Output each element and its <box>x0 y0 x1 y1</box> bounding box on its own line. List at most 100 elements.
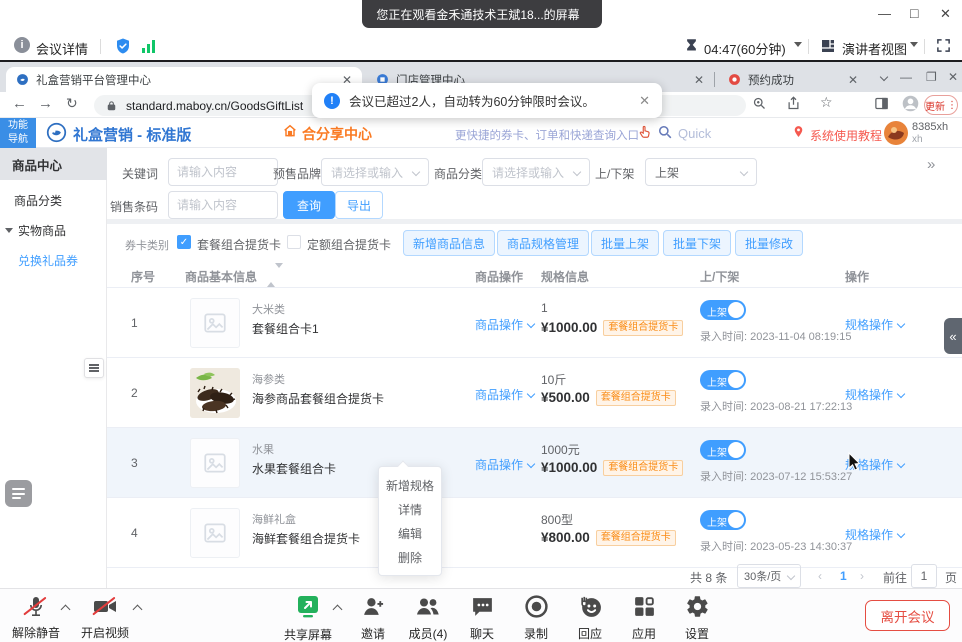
info-icon[interactable]: i <box>14 37 30 53</box>
browser-maximize-button[interactable]: ❐ <box>926 70 937 84</box>
nav-toggle-line2: 导航 <box>0 133 36 147</box>
goods-action-link[interactable]: 商品操作 <box>475 456 534 473</box>
leave-meeting-button[interactable]: 离开会议 <box>865 600 950 631</box>
spec-action-link[interactable]: 规格操作 <box>845 526 904 543</box>
footer-video-button[interactable]: 开启视频 <box>70 594 140 641</box>
sidebar-section-goods-center[interactable]: 商品中心 <box>0 148 107 180</box>
quick-label[interactable]: Quick <box>678 126 711 141</box>
keyword-input[interactable] <box>168 158 278 186</box>
share-center-label[interactable]: 合分享中心 <box>302 124 372 144</box>
user-avatar[interactable] <box>884 121 908 145</box>
toggle-knob <box>728 302 744 318</box>
tab2-close-icon[interactable]: ✕ <box>694 73 704 87</box>
sort-icon[interactable] <box>267 268 283 282</box>
brand-select[interactable]: 请选择或输入 <box>321 158 429 186</box>
footer-unmute-button[interactable]: 解除静音 <box>1 594 71 641</box>
category-select[interactable]: 请选择或输入 <box>482 158 590 186</box>
batch-edit-button[interactable]: 批量修改 <box>735 230 803 256</box>
fullscreen-icon[interactable] <box>936 38 951 53</box>
lock-icon[interactable] <box>106 100 117 112</box>
col-status: 上/下架 <box>700 268 739 285</box>
footer-settings-button[interactable]: 设置 <box>662 594 732 642</box>
sidebar-item-gift-voucher[interactable]: 兑换礼品券 <box>18 252 78 269</box>
quick-search-icon <box>658 125 672 139</box>
user-name: 8385xh <box>912 121 948 133</box>
security-shield-icon[interactable] <box>114 37 132 55</box>
status-toggle[interactable]: 上架 <box>700 510 746 530</box>
update-browser-pill[interactable]: 更新 ⋮ <box>924 95 958 115</box>
menu-item-detail[interactable]: 详情 <box>379 497 441 521</box>
menu-item-add-spec[interactable]: 新增规格 <box>379 473 441 497</box>
timer-dropdown-icon[interactable] <box>794 42 802 47</box>
profile-avatar-icon[interactable] <box>902 95 919 112</box>
col-index: 序号 <box>131 268 155 285</box>
sidebar-collapse-handle[interactable] <box>84 358 104 378</box>
forward-icon[interactable]: → <box>38 95 53 112</box>
spec-action-link[interactable]: 规格操作 <box>845 316 904 333</box>
footer-share-button[interactable]: 共享屏幕 <box>273 594 343 642</box>
nav-toggle-button[interactable]: 功能 导航 <box>0 118 36 148</box>
network-signal-icon[interactable] <box>142 40 155 53</box>
members-icon <box>415 594 441 620</box>
table-panel: 券卡类别 ✓ 套餐组合提货卡 定额组合提货卡 新增商品信息 商品规格管理 批量上… <box>107 224 962 588</box>
goods-action-link[interactable]: 商品操作 <box>475 386 534 403</box>
current-page[interactable]: 1 <box>840 569 847 583</box>
goods-action-link[interactable]: 商品操作 <box>475 316 534 333</box>
product-category: 海鲜礼盒 <box>252 511 296 527</box>
combo-checkbox[interactable]: ✓ <box>177 235 191 249</box>
bookmark-star-icon[interactable]: ☆ <box>820 94 833 111</box>
view-dropdown-icon[interactable] <box>910 42 918 47</box>
browser-tab-3[interactable]: 预约成功 ✕ <box>718 67 868 92</box>
browser-close-button[interactable]: ✕ <box>948 70 958 84</box>
spec-manage-button[interactable]: 商品规格管理 <box>497 230 589 256</box>
add-goods-button[interactable]: 新增商品信息 <box>403 230 495 256</box>
notice-close-icon[interactable]: ✕ <box>639 93 650 109</box>
status-select[interactable]: 上架 <box>645 158 757 186</box>
window-maximize-button[interactable]: □ <box>910 5 918 21</box>
barcode-input[interactable] <box>168 191 278 219</box>
back-icon[interactable]: ← <box>12 95 27 112</box>
window-minimize-button[interactable]: — <box>878 6 891 21</box>
entry-time-label: 录入时间: <box>700 331 747 343</box>
right-panel-handle[interactable]: « <box>944 318 962 354</box>
fixed-checkbox-label[interactable]: 定额组合提货卡 <box>307 236 391 253</box>
menu-item-edit[interactable]: 编辑 <box>379 521 441 545</box>
browser-tab-1[interactable]: 礼盒营销平台管理中心 ✕ <box>6 67 362 92</box>
meeting-details-label[interactable]: 会议详情 <box>36 39 88 58</box>
view-mode-label[interactable]: 演讲者视图 <box>842 39 907 58</box>
status-toggle[interactable]: 上架 <box>700 440 746 460</box>
status-toggle-label: 上架 <box>707 304 727 319</box>
combo-checkbox-label[interactable]: 套餐组合提货卡 <box>197 236 281 253</box>
spec-action-link[interactable]: 规格操作 <box>845 386 904 403</box>
share-page-icon[interactable] <box>786 96 801 111</box>
window-close-button[interactable]: ✕ <box>940 6 951 22</box>
next-page-icon[interactable]: › <box>860 569 864 583</box>
status-toggle[interactable]: 上架 <box>700 300 746 320</box>
footer-share-label: 共享屏幕 <box>273 626 343 642</box>
export-button[interactable]: 导出 <box>335 191 383 219</box>
side-panel-icon[interactable] <box>874 96 889 111</box>
status-toggle[interactable]: 上架 <box>700 370 746 390</box>
tutorial-link[interactable]: 系统使用教程 <box>810 127 882 144</box>
status-select-value: 上架 <box>655 164 679 181</box>
meeting-timer[interactable]: 04:47(60分钟) <box>704 39 786 58</box>
meeting-notes-widget[interactable] <box>5 480 32 507</box>
search-button[interactable]: 查询 <box>283 191 335 219</box>
sidebar-item-category[interactable]: 商品分类 <box>14 192 62 209</box>
prev-page-icon[interactable]: ‹ <box>818 569 822 583</box>
browser-minimize-button[interactable]: — <box>900 70 912 84</box>
tab3-close-icon[interactable]: ✕ <box>848 73 858 87</box>
goto-page-input[interactable] <box>911 564 937 588</box>
batch-up-button[interactable]: 批量上架 <box>591 230 659 256</box>
watching-banner[interactable]: 您正在观看金禾通技术王斌18...的屏幕 <box>362 0 602 28</box>
batch-down-button[interactable]: 批量下架 <box>663 230 731 256</box>
tutorial-pin-icon <box>792 124 805 139</box>
brand-title[interactable]: 礼盒营销 - 标准版 <box>73 124 191 145</box>
page-size-select[interactable]: 30条/页 <box>737 564 801 588</box>
filter-collapse-icon[interactable]: » <box>927 156 935 173</box>
sidebar-item-physical[interactable]: 实物商品 <box>5 222 66 239</box>
reload-icon[interactable]: ↻ <box>66 95 78 112</box>
zoom-page-icon[interactable] <box>752 96 767 111</box>
menu-item-delete[interactable]: 删除 <box>379 545 441 569</box>
fixed-checkbox[interactable] <box>287 235 301 249</box>
